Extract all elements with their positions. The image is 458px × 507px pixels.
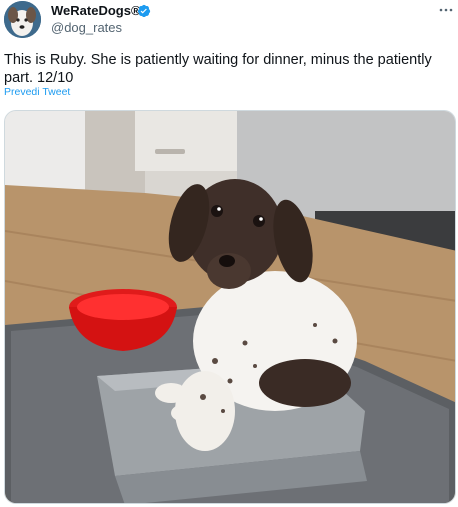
puppy-photo	[5, 111, 455, 503]
account-handle[interactable]: @dog_rates	[51, 20, 122, 35]
translate-link[interactable]: Prevedi Tweet	[4, 86, 70, 98]
tweet-text: This is Ruby. She is patiently waiting f…	[4, 52, 432, 86]
door	[5, 111, 85, 189]
tweet-header: WeRateDogs® @dog_rates	[0, 0, 458, 44]
more-icon[interactable]	[436, 2, 456, 18]
tweet-photo[interactable]	[4, 110, 456, 504]
display-name[interactable]: WeRateDogs®	[51, 3, 141, 18]
avatar[interactable]	[4, 1, 41, 38]
verified-badge-icon	[137, 4, 151, 18]
dog-face-avatar-icon	[4, 1, 41, 38]
cabinet	[135, 111, 245, 171]
